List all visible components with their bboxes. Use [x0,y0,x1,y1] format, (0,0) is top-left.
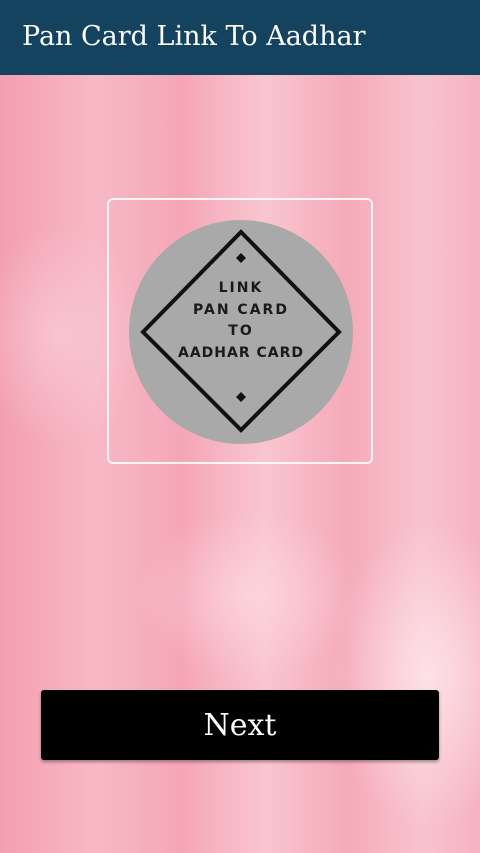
logo-text-line-4: AADHAR CARD [177,345,304,361]
logo-text-line-1: LINK [218,280,264,296]
logo-text-line-2: PAN CARD [193,302,289,318]
next-button[interactable]: Next [41,690,439,760]
logo-text-line-3: TO [228,323,254,339]
app-bar: Pan Card Link To Aadhar [0,0,480,75]
app-title: Pan Card Link To Aadhar [22,21,366,52]
diamond-dot-top-icon [236,253,246,263]
diamond-dot-bottom-icon [236,392,246,402]
logo-frame: LINK PAN CARD TO AADHAR CARD [107,198,373,464]
logo-badge: LINK PAN CARD TO AADHAR CARD [129,220,353,444]
